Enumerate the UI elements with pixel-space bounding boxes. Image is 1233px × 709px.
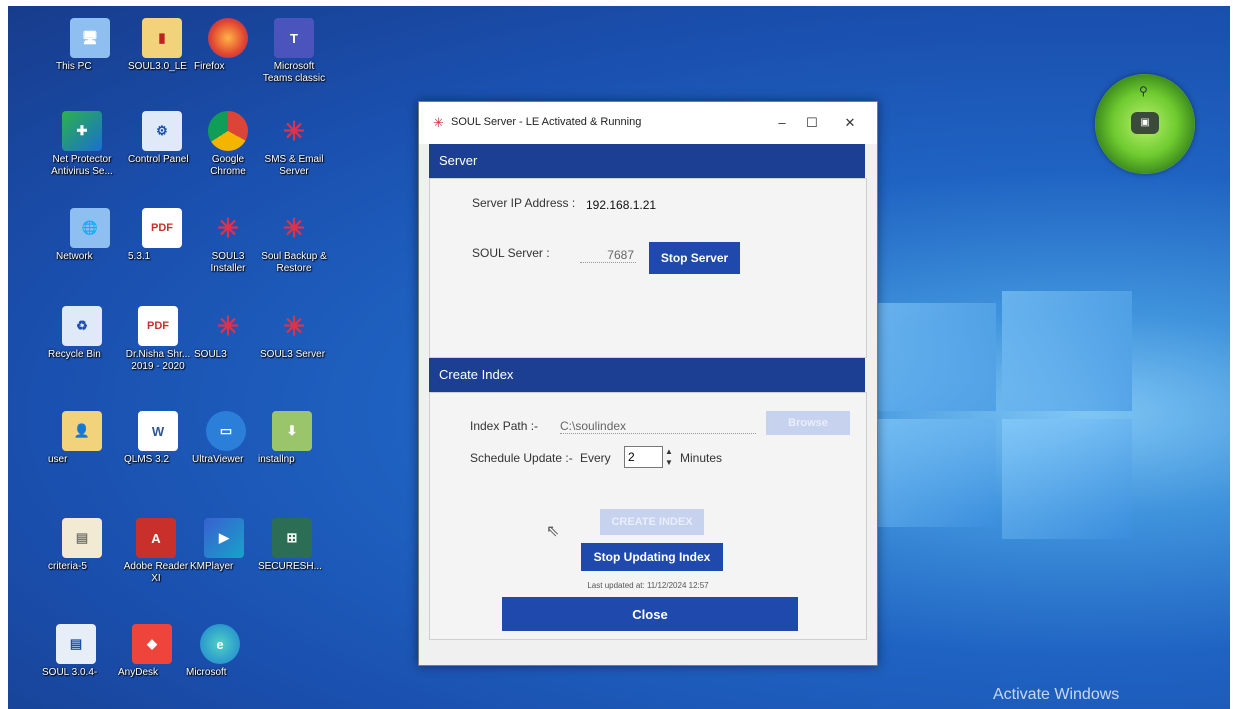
anydesk-icon: ◆ (132, 624, 172, 664)
computer-icon: 🖥 (70, 18, 110, 58)
edge-icon: e (200, 624, 240, 664)
server-ip-label: Server IP Address : (472, 196, 576, 210)
desktop-icon-criteria-5[interactable]: ▤ criteria-5 (48, 518, 116, 572)
soul-sun-icon: ✳ (283, 212, 305, 243)
maximize-button[interactable]: ☐ (797, 112, 827, 134)
server-ip-value: 192.168.1.21 (586, 198, 657, 212)
index-path-label: Index Path :- (470, 419, 539, 433)
network-diagram-icon: ⊞ (272, 518, 312, 558)
last-updated-text: Last updated at: 11/12/2024 12:57 (587, 581, 709, 590)
stop-server-button[interactable]: Stop Server (649, 242, 740, 274)
close-button[interactable]: Close (502, 597, 798, 631)
create-index-button[interactable]: CREATE INDEX (600, 509, 704, 535)
ultraviewer-icon: ▭ (206, 411, 246, 451)
control-panel-icon: ⚙ (142, 111, 182, 151)
teams-icon: T (274, 18, 314, 58)
antivirus-icon: ✚ (62, 111, 102, 151)
every-label: Every (580, 451, 611, 465)
firefox-icon (208, 18, 248, 58)
desktop-icon-microsoft-edge[interactable]: e Microsoft (186, 624, 254, 678)
desktop-icon-soul3-le[interactable]: ▮ SOUL3.0_LE (128, 18, 196, 72)
document-icon: ▤ (56, 624, 96, 664)
desktop-icon-this-pc[interactable]: 🖥 This PC (56, 18, 124, 72)
soul-server-window: ✳ SOUL Server - LE Activated & Running –… (418, 101, 878, 666)
soul-sun-icon: ✳ (283, 115, 305, 146)
pdf-icon: PDF (138, 306, 178, 346)
network-icon: 🌐 (70, 208, 110, 248)
desktop-icon-pdf-dr-nisha[interactable]: PDF Dr.Nisha Shr... 2019 - 2020 (124, 306, 192, 372)
desktop-icon-securesh[interactable]: ⊞ SECURESH... (258, 518, 326, 572)
search-icon: ⚲ (1139, 84, 1148, 98)
mouse-cursor-icon: ⇖ (546, 523, 560, 540)
close-window-button[interactable]: ✕ (835, 112, 865, 134)
folder-icon: ▮ (142, 18, 182, 58)
server-section-title: Server (439, 153, 478, 168)
desktop-icon-sms-email-server[interactable]: ✳ SMS & Email Server (260, 111, 328, 178)
installer-icon: ⬇ (272, 411, 312, 451)
desktop-icon-control-panel[interactable]: ⚙ Control Panel (128, 111, 196, 165)
word-doc-icon: W (138, 411, 178, 451)
gadget-center-icon: ▣ (1131, 112, 1159, 134)
create-index-section-title: Create Index (439, 367, 514, 382)
document-icon: ▤ (62, 518, 102, 558)
soul-sun-icon: ✳ (217, 212, 239, 243)
soul-server-label: SOUL Server : (472, 246, 550, 260)
desktop-icon-recycle-bin[interactable]: ♻ Recycle Bin (48, 306, 116, 360)
desktop-icon-firefox[interactable]: Firefox (194, 18, 262, 72)
desktop-icon-teams[interactable]: T Microsoft Teams classic (260, 18, 328, 84)
pdf-icon: PDF (142, 208, 182, 248)
chrome-icon (208, 111, 248, 151)
windows-logo (878, 291, 1138, 541)
stop-updating-index-button[interactable]: Stop Updating Index (581, 543, 723, 571)
spinner-arrows-icon[interactable]: ▲ ▼ (662, 446, 676, 468)
desktop-icon-network[interactable]: 🌐 Network (56, 208, 124, 262)
every-minutes-input[interactable]: 2 (624, 446, 663, 468)
schedule-update-label: Schedule Update :- (470, 451, 573, 465)
desktop-icon-pdf-531[interactable]: PDF 5.3.1 (128, 208, 196, 262)
soul-sun-icon: ✳ (217, 310, 239, 341)
desktop-icon-user[interactable]: 👤 user (48, 411, 116, 465)
gadget-widget[interactable]: ⚲ ▣ (1095, 74, 1195, 174)
recycle-bin-icon: ♻ (62, 306, 102, 346)
server-section-header: Server (429, 144, 865, 178)
browse-button[interactable]: Browse (766, 411, 850, 435)
index-path-field[interactable]: C:\soulindex (560, 419, 756, 434)
user-folder-icon: 👤 (62, 411, 102, 451)
soul-app-icon: ✳ (433, 115, 444, 130)
create-index-section-header: Create Index (429, 358, 865, 392)
activate-windows-watermark: Activate Windows (993, 686, 1120, 703)
desktop-icon-installnp[interactable]: ⬇ installnp (258, 411, 326, 465)
minimize-button[interactable]: – (767, 112, 797, 134)
soul-server-port-field[interactable]: 7687 (580, 248, 636, 263)
desktop-icon-soul3-server[interactable]: ✳ SOUL3 Server (260, 306, 328, 361)
create-index-panel: Index Path :- C:\soulindex Browse Schedu… (429, 392, 867, 640)
desktop-icon-ultraviewer[interactable]: ▭ UltraViewer (192, 411, 260, 465)
adobe-reader-icon: A (136, 518, 176, 558)
desktop-icon-soul-304[interactable]: ▤ SOUL 3.0.4- (42, 624, 110, 678)
window-title: SOUL Server - LE Activated & Running (451, 116, 642, 128)
window-titlebar[interactable]: ✳ SOUL Server - LE Activated & Running –… (419, 102, 877, 144)
desktop-icon-soul3[interactable]: ✳ SOUL3 (194, 306, 262, 361)
minutes-label: Minutes (680, 451, 723, 465)
desktop-icon-kmplayer[interactable]: ▶ KMPlayer (190, 518, 258, 572)
desktop-icon-soul3-installer[interactable]: ✳ SOUL3 Installer (194, 208, 262, 275)
kmplayer-icon: ▶ (204, 518, 244, 558)
soul-sun-icon: ✳ (283, 310, 305, 341)
desktop-icon-soul-backup[interactable]: ✳ Soul Backup & Restore (260, 208, 328, 275)
desktop-icon-adobe-reader[interactable]: A Adobe Reader XI (122, 518, 190, 584)
desktop-icon-anydesk[interactable]: ◆ AnyDesk (118, 624, 186, 678)
desktop-icon-net-protector[interactable]: ✚ Net Protector Antivirus Se... (48, 111, 116, 177)
server-panel: Server IP Address : 192.168.1.21 SOUL Se… (429, 178, 867, 358)
desktop-icon-qlms[interactable]: W QLMS 3.2 (124, 411, 192, 465)
desktop-icon-chrome[interactable]: Google Chrome (194, 111, 262, 177)
